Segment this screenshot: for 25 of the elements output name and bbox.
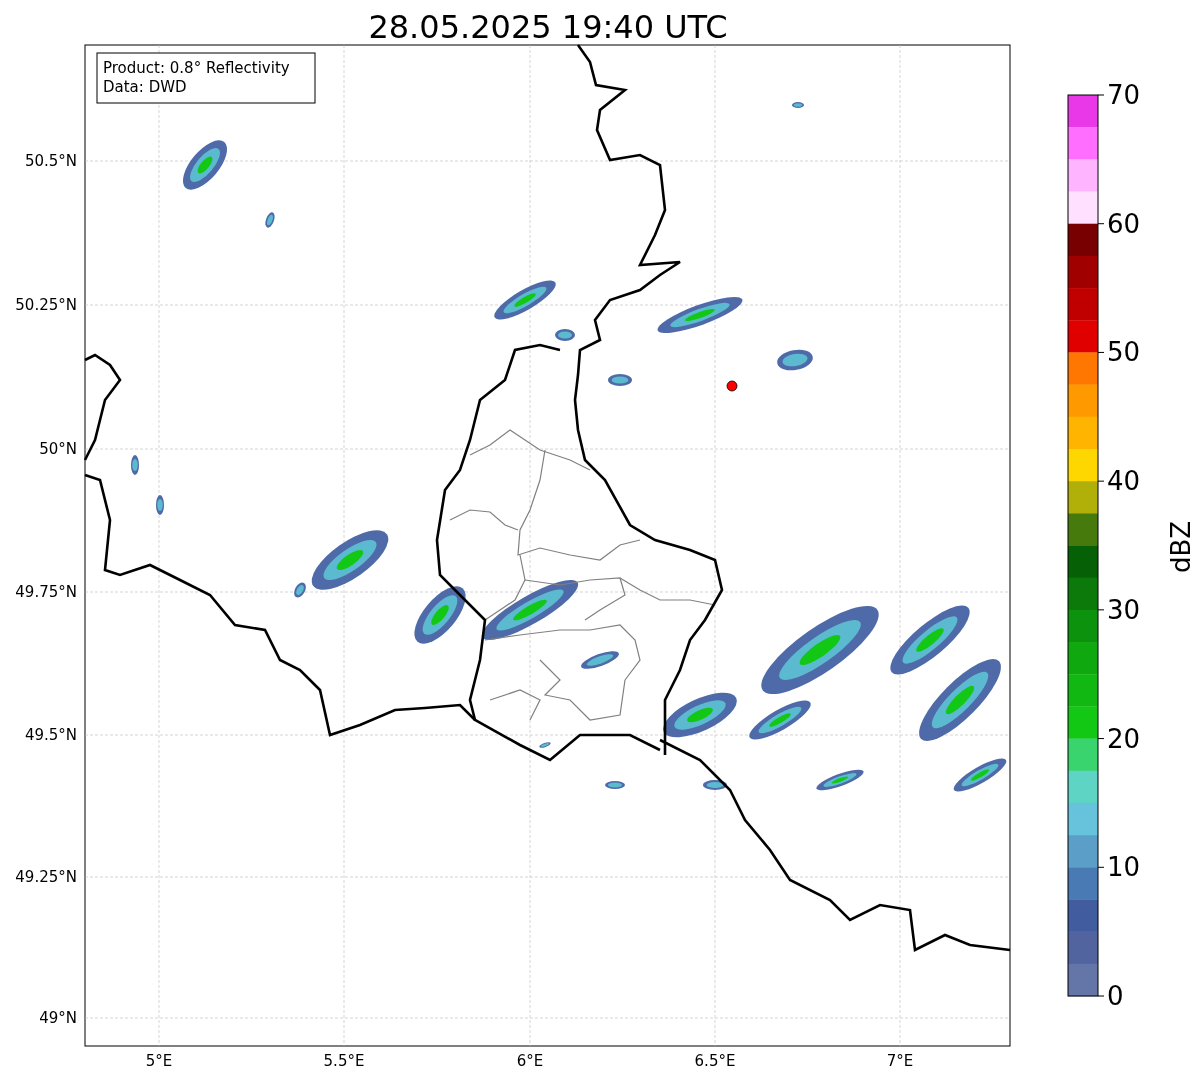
colorbar-tick-label: 0 <box>1107 981 1124 1011</box>
colorbar-tick-label: 20 <box>1107 723 1141 754</box>
latitude-label: 50.5°N <box>24 152 77 170</box>
latitude-label: 50°N <box>39 440 77 458</box>
longitude-label: 7°E <box>886 1052 914 1070</box>
colorbar-tick-label: 40 <box>1107 466 1141 497</box>
latitude-label: 50.25°N <box>15 296 77 314</box>
colorbar-tick-label: 50 <box>1107 337 1141 368</box>
longitude-label: 5°E <box>145 1052 173 1070</box>
plot-title: 28.05.2025 19:40 UTC <box>368 8 728 46</box>
latitude-label: 49°N <box>39 1009 77 1027</box>
longitude-label: 5.5°E <box>323 1052 365 1070</box>
longitude-label: 6.5°E <box>694 1052 736 1070</box>
latitude-label: 49.75°N <box>15 583 77 601</box>
radar-site-dot <box>726 380 738 392</box>
colorbar-tick-label: 60 <box>1107 208 1141 239</box>
colorbar-tick-label: 10 <box>1107 852 1141 883</box>
latitude-label: 49.5°N <box>24 726 77 744</box>
latitude-label: 49.25°N <box>15 868 77 886</box>
info-text: Data: DWD <box>103 78 187 96</box>
longitude-label: 6°E <box>516 1052 544 1070</box>
info-text: Product: 0.8° Reflectivity <box>103 59 290 77</box>
colorbar-unit-label: dBZ <box>1166 520 1196 574</box>
colorbar-tick-label: 70 <box>1107 80 1141 110</box>
colorbar-tick-label: 30 <box>1107 594 1141 625</box>
